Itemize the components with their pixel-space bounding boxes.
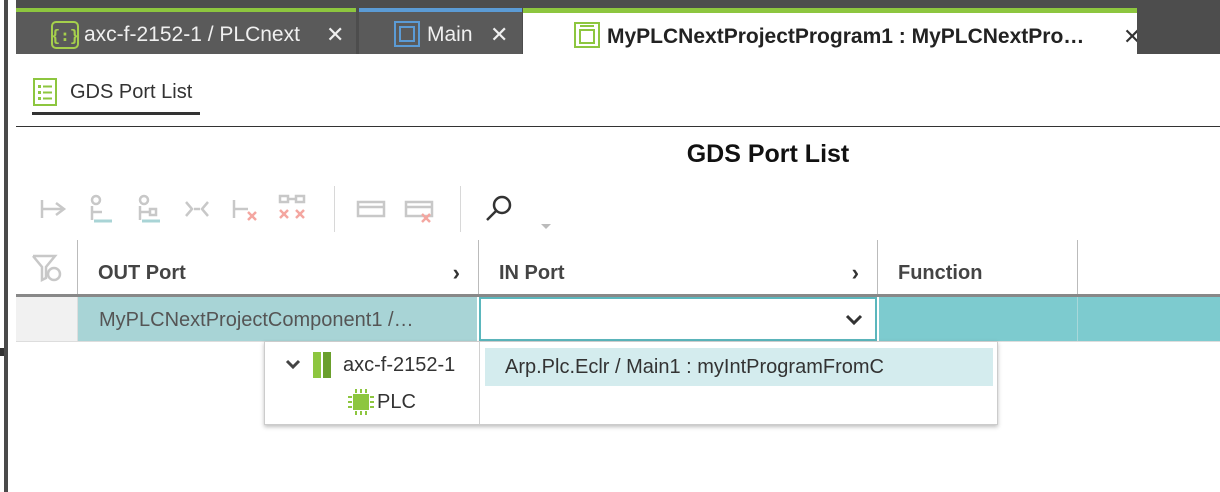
out-port-cell[interactable]: MyPLCNextProjectComponent1 /…: [78, 297, 478, 341]
chevron-down-icon[interactable]: [285, 354, 303, 377]
tab-label: axc-f-2152-1 / PLCnext: [84, 23, 300, 46]
tab-gds-port-list[interactable]: GDS Port List: [32, 72, 201, 115]
connect-icon[interactable]: [36, 192, 70, 226]
svg-text:{:}: {:}: [51, 26, 80, 45]
list-icon: [32, 77, 58, 107]
editor-tab-bar: {:} axc-f-2152-1 / PLCnext ✕ Main ✕ MyPL…: [16, 0, 1220, 55]
connect-input-icon[interactable]: [132, 192, 166, 226]
left-edge-tick: [0, 348, 4, 356]
sub-tab-bar: GDS Port List: [16, 54, 1220, 127]
search-dropdown-arrow-icon[interactable]: [540, 218, 552, 236]
delete-row-icon[interactable]: [402, 192, 436, 226]
in-port-dropdown: axc-f-2152-1 PLC Arp.Plc.Eclr / Main1 : …: [264, 341, 998, 425]
sub-tab-label: GDS Port List: [70, 80, 193, 103]
chevron-down-icon[interactable]: [845, 305, 863, 333]
program-icon: [573, 21, 601, 49]
row-selector[interactable]: [16, 297, 78, 341]
tab-program-instance[interactable]: MyPLCNextProjectProgram1 : MyPLCNextPro……: [523, 8, 1141, 55]
column-header-label: IN Port: [499, 262, 565, 284]
in-port-combobox[interactable]: [479, 297, 877, 341]
list-item[interactable]: Arp.Plc.Eclr / Main1 : myIntProgramFromC: [485, 348, 993, 386]
column-header-out-port[interactable]: OUT Port ›: [78, 240, 479, 294]
grid-header: OUT Port › IN Port › Function: [16, 240, 1220, 297]
program-icon: [393, 20, 421, 48]
column-header-label: Function: [898, 262, 983, 284]
out-port-value: MyPLCNextProjectComponent1 /…: [99, 309, 414, 331]
tree-node-controller[interactable]: axc-f-2152-1: [285, 350, 455, 380]
grid-corner[interactable]: [16, 240, 78, 294]
chevron-right-icon[interactable]: ›: [453, 260, 460, 286]
tree-node-label: axc-f-2152-1: [343, 353, 456, 376]
toolbar-separator: [460, 186, 461, 232]
close-icon[interactable]: ✕: [326, 22, 344, 48]
swap-icon[interactable]: [180, 192, 214, 226]
port-list: Arp.Plc.Eclr / Main1 : myIntProgramFromC: [480, 342, 997, 424]
row-filler: [1078, 297, 1220, 341]
device-tree: axc-f-2152-1 PLC: [265, 342, 480, 424]
tab-bar-empty: [1137, 8, 1220, 54]
toolbar-separator: [334, 186, 335, 232]
cpu-icon: [347, 388, 375, 416]
connect-output-icon[interactable]: [84, 192, 118, 226]
tab-main[interactable]: Main ✕: [359, 8, 522, 54]
add-row-icon[interactable]: [354, 192, 388, 226]
tab-plcnext[interactable]: {:} axc-f-2152-1 / PLCnext ✕: [16, 8, 356, 54]
tab-label: MyPLCNextProjectProgram1 : MyPLCNextPro…: [607, 25, 1085, 48]
filter-reset-icon[interactable]: [30, 252, 64, 291]
delete-connection-icon[interactable]: [228, 192, 262, 226]
tree-node-label: PLC: [377, 390, 416, 413]
function-cell[interactable]: [878, 297, 1078, 341]
tab-label: Main: [427, 23, 473, 46]
delete-all-icon[interactable]: [276, 192, 310, 226]
page-title: GDS Port List: [686, 140, 850, 168]
column-header-function[interactable]: Function: [878, 240, 1078, 294]
controller-icon: [311, 350, 339, 380]
table-row[interactable]: MyPLCNextProjectComponent1 /…: [16, 297, 1220, 342]
close-icon[interactable]: ✕: [490, 22, 508, 48]
list-item-label: Arp.Plc.Eclr / Main1 : myIntProgramFromC: [505, 355, 884, 378]
column-header-in-port[interactable]: IN Port ›: [479, 240, 878, 294]
chevron-right-icon[interactable]: ›: [852, 260, 859, 286]
left-edge-strip: [0, 0, 16, 492]
tree-node-plc[interactable]: PLC: [347, 388, 416, 416]
function-block-icon: {:}: [50, 20, 80, 50]
column-header-label: OUT Port: [98, 262, 186, 284]
left-edge-bar: [4, 0, 8, 492]
search-icon[interactable]: [482, 192, 516, 226]
